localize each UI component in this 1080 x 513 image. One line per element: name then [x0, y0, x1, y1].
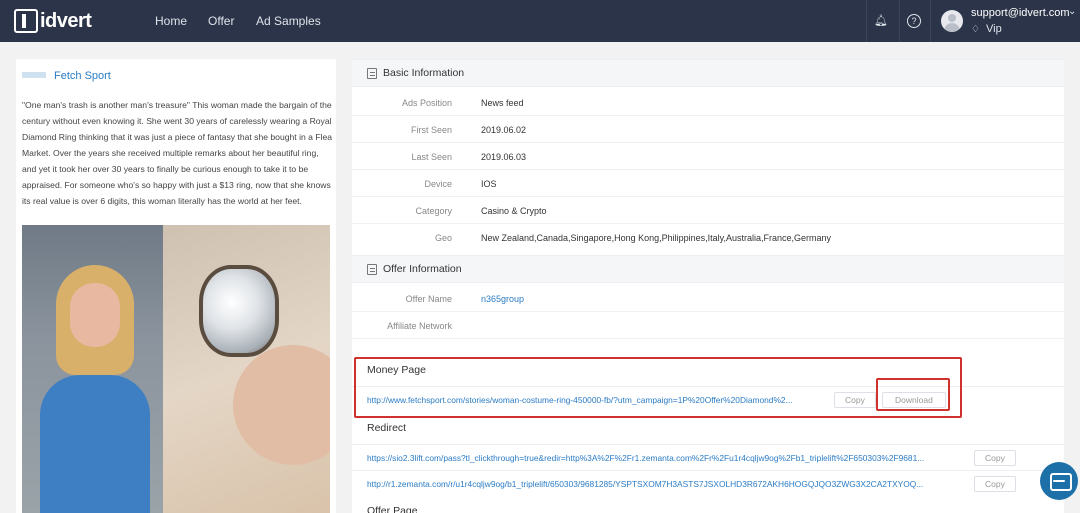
offer-name-link[interactable]: n365group — [481, 294, 524, 304]
brand-logo — [22, 72, 46, 78]
row-value: 2019.06.02 — [481, 125, 527, 135]
row-label: Category — [415, 206, 452, 216]
row-label: Ads Position — [401, 98, 452, 108]
redirect-url[interactable]: https://sio2.3lift.com/pass?tl_clickthro… — [367, 453, 965, 463]
document-icon — [367, 68, 377, 79]
info-row: Offer Name n365group — [352, 285, 1064, 312]
row-label: Geo — [434, 233, 452, 243]
copy-button[interactable]: Copy — [974, 450, 1016, 466]
info-row: First Seen 2019.06.02 — [352, 116, 1064, 143]
divider — [899, 0, 900, 42]
highlight-box — [876, 378, 950, 411]
row-value: New Zealand,Canada,Singapore,Hong Kong,P… — [481, 233, 832, 243]
section-title: Basic Information — [383, 67, 465, 79]
details-panel: Basic Information Ads Position News feed… — [352, 59, 1064, 513]
user-tier: Vip — [986, 23, 1002, 35]
ad-image-woman — [22, 225, 163, 513]
row-value: Casino & Crypto — [481, 206, 547, 216]
help-icon[interactable]: ? — [907, 14, 921, 28]
divider — [866, 0, 867, 42]
bell-icon[interactable]: 🔔︎ — [874, 14, 888, 28]
highlight-box — [354, 357, 962, 418]
info-row: Category Casino & Crypto — [352, 197, 1064, 224]
nav-home[interactable]: Home — [155, 14, 187, 28]
redirect-row: http://r1.zemanta.com/r/u1r4cqljw9og/b1_… — [352, 470, 1064, 495]
row-label: Offer Name — [405, 294, 452, 304]
row-value: News feed — [481, 98, 524, 108]
row-label: Last Seen — [411, 152, 452, 162]
diamond-icon: ♢ — [971, 24, 980, 35]
idvert-logo[interactable]: idvert — [14, 8, 92, 34]
info-row: Last Seen 2019.06.03 — [352, 143, 1064, 170]
nav-offer[interactable]: Offer — [208, 14, 234, 28]
nav-ad-samples[interactable]: Ad Samples — [256, 14, 321, 28]
row-label: First Seen — [410, 125, 452, 135]
info-row: Geo New Zealand,Canada,Singapore,Hong Ko… — [352, 224, 1064, 251]
chat-support-icon[interactable] — [1040, 462, 1078, 500]
top-navbar: idvert Home Offer Ad Samples 🔔︎ ? suppor… — [0, 0, 1080, 42]
basic-info-header: Basic Information — [352, 59, 1064, 87]
logo-mark-icon — [14, 9, 38, 33]
redirect-row: https://sio2.3lift.com/pass?tl_clickthro… — [352, 444, 1064, 469]
section-title: Offer Information — [383, 263, 462, 275]
ad-preview-card: Fetch Sport "One man's trash is another … — [16, 59, 336, 513]
row-value: 2019.06.03 — [481, 152, 527, 162]
info-row: Ads Position News feed — [352, 89, 1064, 116]
info-row: Affiliate Network — [352, 312, 1064, 339]
avatar[interactable] — [941, 10, 963, 32]
brand-name[interactable]: Fetch Sport — [54, 70, 111, 82]
ad-image[interactable] — [22, 225, 330, 513]
redirect-title: Redirect — [367, 422, 407, 434]
ad-copy-text: "One man's trash is another man's treasu… — [22, 100, 333, 206]
document-icon — [367, 264, 377, 275]
copy-button[interactable]: Copy — [974, 476, 1016, 492]
redirect-url[interactable]: http://r1.zemanta.com/r/u1r4cqljw9og/b1_… — [367, 479, 965, 489]
user-email[interactable]: support@idvert.com — [971, 7, 1070, 19]
logo-text: idvert — [40, 9, 92, 32]
ad-image-ring — [163, 225, 330, 513]
offer-info-header: Offer Information — [352, 255, 1064, 283]
row-value: IOS — [481, 179, 497, 189]
offer-page-title: Offer Page — [367, 505, 418, 513]
row-label: Device — [424, 179, 452, 189]
row-label: Affiliate Network — [387, 321, 452, 331]
divider — [930, 0, 931, 42]
info-row: Device IOS — [352, 170, 1064, 197]
chevron-down-icon[interactable]: ⌄ — [1068, 6, 1076, 17]
